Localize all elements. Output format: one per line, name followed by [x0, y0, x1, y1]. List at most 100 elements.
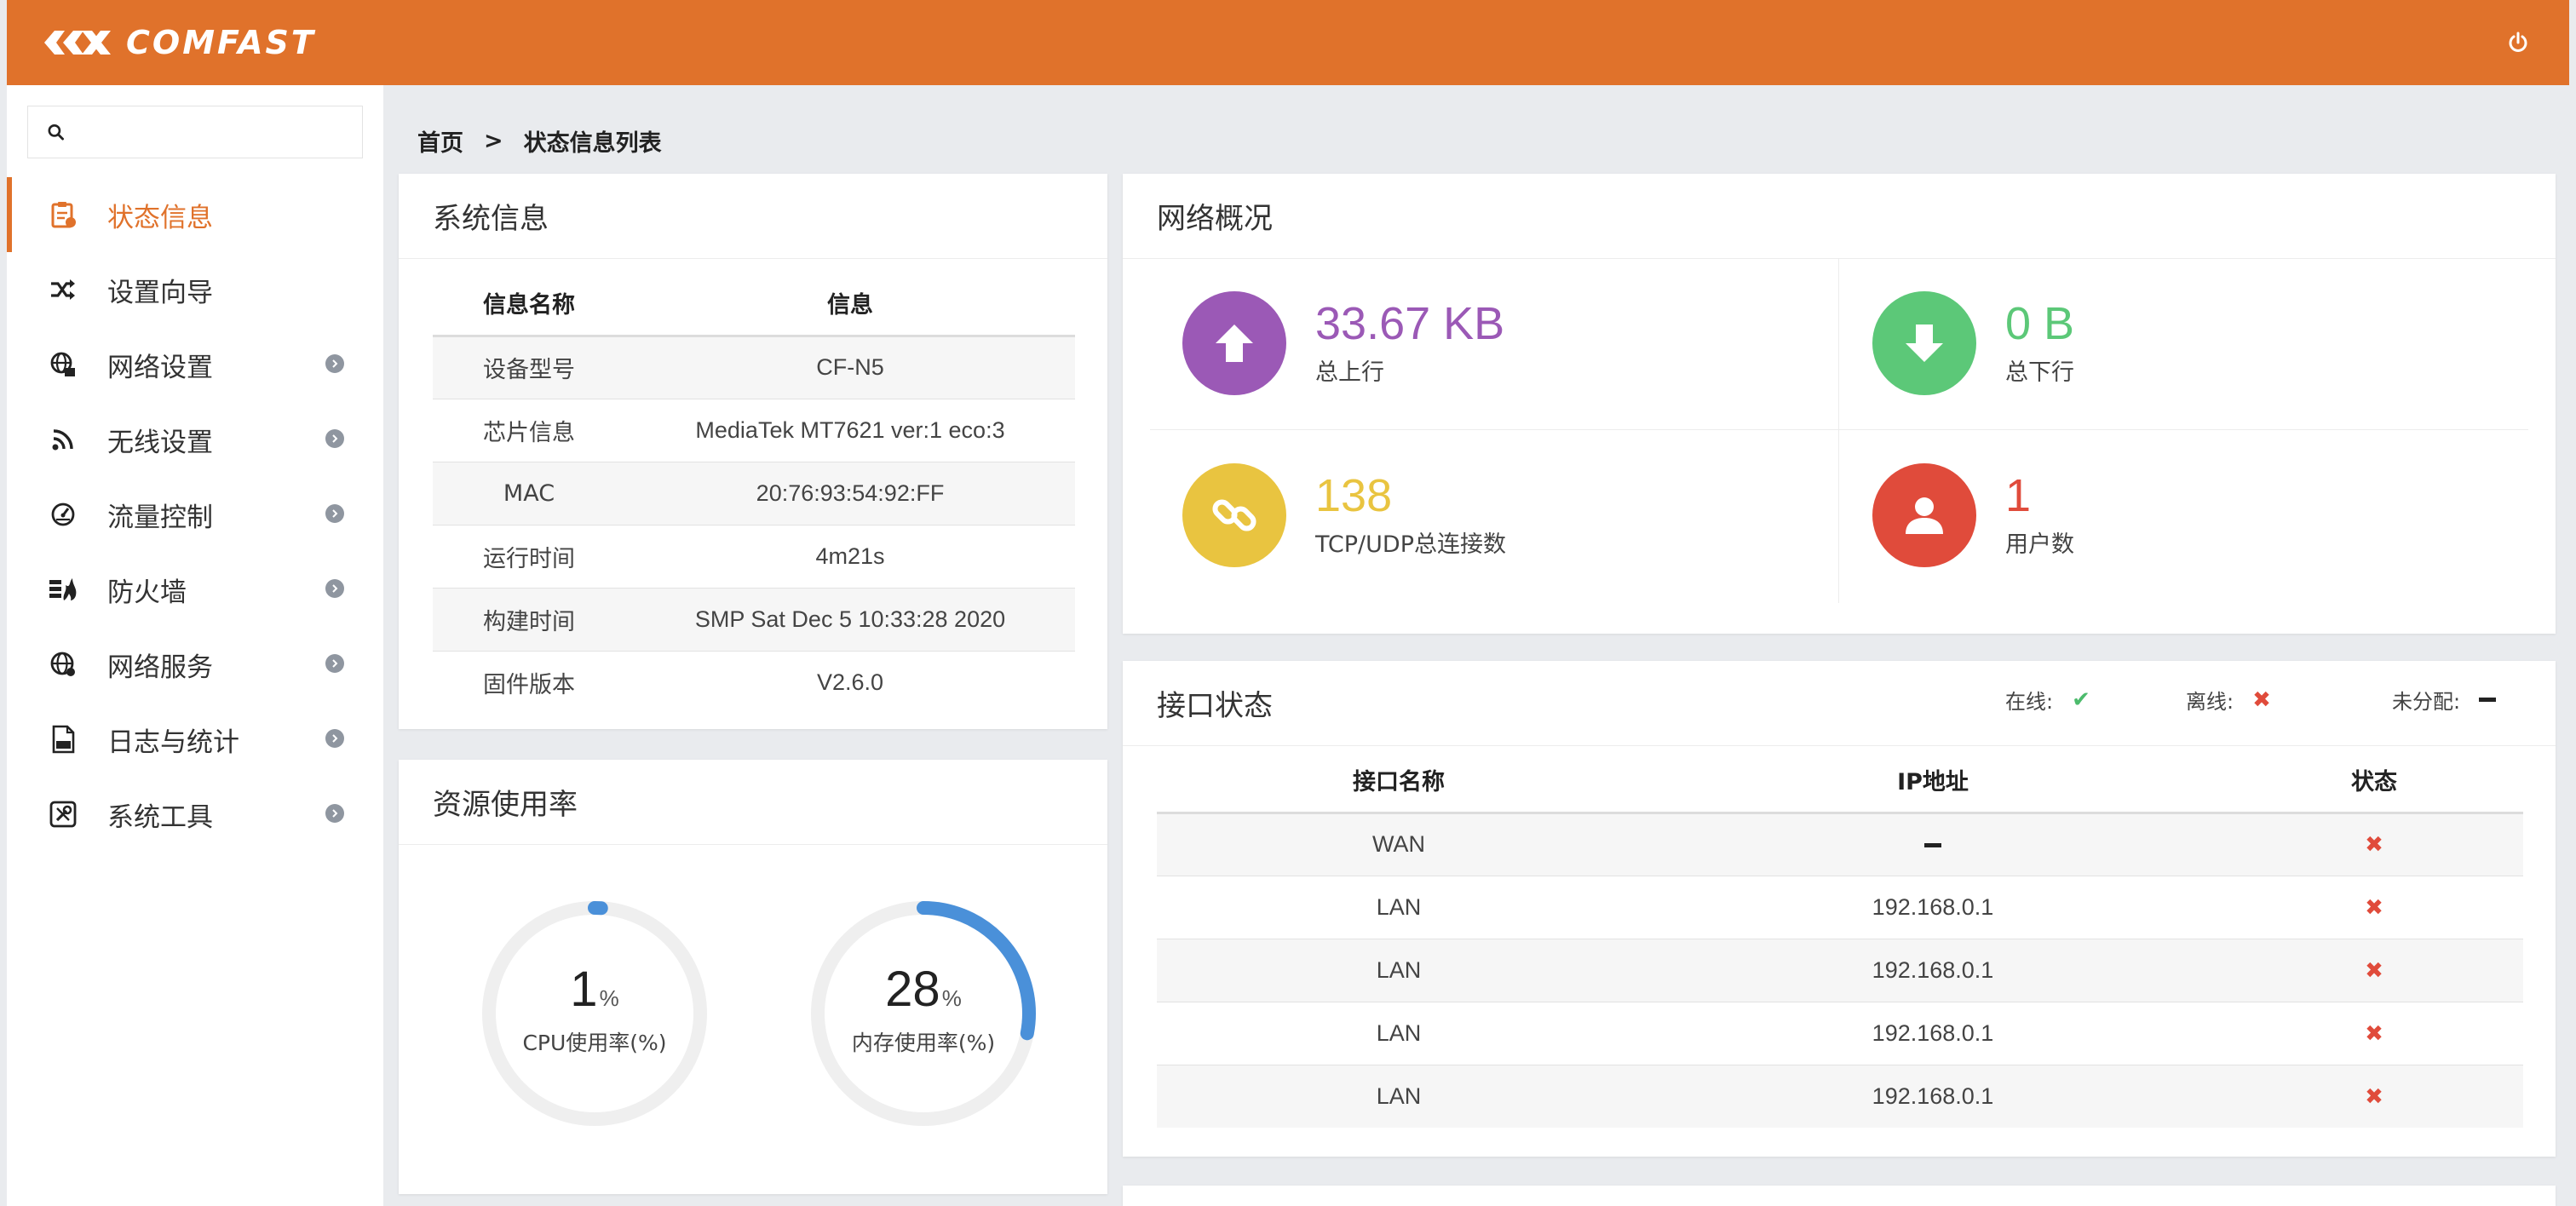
info-value: 4m21s	[625, 525, 1075, 589]
interface-name: LAN	[1157, 1065, 1641, 1128]
download-label: 总下行	[2005, 359, 2074, 386]
info-value: V2.6.0	[816, 669, 884, 695]
legend-unassigned-label: 未分配:	[2392, 690, 2461, 714]
comfast-logo-icon	[44, 31, 111, 55]
users-value: 1	[2005, 470, 2032, 522]
globe-icon	[46, 647, 80, 681]
cpu-value-display: 1%	[475, 961, 714, 1018]
interface-ip: 192.168.0.1	[1641, 939, 2225, 1002]
info-key: 运行时间	[433, 525, 625, 589]
additional-panel	[1123, 1186, 2556, 1206]
log-file-icon	[46, 722, 80, 756]
upload-value: 33.67 KB	[1315, 298, 1505, 350]
wifi-icon	[46, 422, 80, 457]
column-header: 状态	[2225, 748, 2523, 814]
system-info-table: 信息名称 信息 设备型号 CF-N5 芯片信息 MediaTek MT7621 …	[433, 271, 1075, 714]
table-row: MAC 20:76:93:54:92:FF	[433, 462, 1075, 525]
sidebar: 状态信息 设置向导 网络设置 无线设置 流量控制 防火墙 网络服务 日志与统计 …	[7, 85, 383, 1206]
dash-icon	[1924, 843, 1941, 848]
info-value: CF-N5	[625, 336, 1075, 399]
info-key: 构建时间	[433, 588, 625, 652]
sidebar-item-system-tools[interactable]: 系统工具	[7, 777, 383, 852]
sidebar-item-firewall[interactable]: 防火墙	[7, 552, 383, 627]
sidebar-item-label: 系统工具	[107, 801, 213, 833]
sidebar-item-label: 网络设置	[107, 352, 213, 383]
system-info-panel: 系统信息 信息名称 信息 设备型号 CF-N5 芯片信息 MediaTek MT…	[399, 174, 1107, 729]
sidebar-item-label: 网络服务	[107, 652, 213, 683]
info-key: MAC	[433, 462, 625, 525]
table-row: WAN ✖	[1157, 813, 2523, 876]
info-key: 固件版本	[483, 671, 575, 698]
x-icon: ✖	[2365, 1020, 2383, 1047]
logo-text: COMFAST	[126, 24, 316, 61]
panel-title: 接口状态	[1123, 661, 2556, 746]
sidebar-item-wireless-settings[interactable]: 无线设置	[7, 402, 383, 477]
table-row: 运行时间 4m21s	[433, 525, 1075, 589]
interface-status: ✖	[2225, 1065, 2523, 1128]
users-stat: 1 用户数	[1872, 463, 2074, 567]
cpu-label: CPU使用率(%)	[522, 1031, 667, 1055]
upload-stat: 33.67 KB 总上行	[1182, 291, 1504, 395]
interface-ip: 192.168.0.1	[1641, 876, 2225, 939]
legend-online-label: 在线:	[2005, 690, 2054, 714]
sidebar-item-label: 流量控制	[107, 502, 213, 533]
chevron-right-icon	[325, 504, 344, 523]
sidebar-item-status[interactable]: 状态信息	[7, 177, 383, 252]
sidebar-item-logs-stats[interactable]: 日志与统计	[7, 702, 383, 777]
legend-online: 在线: ✔	[2005, 685, 2090, 715]
clipboard-icon	[46, 198, 80, 232]
table-row: LAN 192.168.0.1 ✖	[1157, 876, 2523, 939]
resource-usage-panel: 资源使用率 1% CPU使用率(%) 28% 内存使用率(%)	[399, 760, 1107, 1194]
search-input[interactable]	[65, 106, 362, 158]
logo: COMFAST	[41, 24, 316, 61]
sidebar-item-label: 状态信息	[107, 202, 213, 233]
x-icon: ✖	[2365, 832, 2383, 858]
interface-name: WAN	[1157, 813, 1641, 876]
network-overview-panel: 网络概况 33.67 KB 总上行 0 B 总下行 138 TCP/UDP总连接…	[1123, 174, 2556, 634]
interface-table: 接口名称 IP地址 状态 WAN ✖ LAN 192.168.0.1 ✖ LAN…	[1157, 748, 2523, 1128]
users-label: 用户数	[2005, 531, 2074, 558]
chevron-right-icon	[325, 654, 344, 673]
column-header: 信息	[625, 271, 1075, 337]
interface-ip: 192.168.0.1	[1641, 1002, 2225, 1065]
grid-divider-vertical	[1838, 259, 1839, 603]
chevron-right-icon	[325, 729, 344, 748]
x-icon: ✖	[2365, 957, 2383, 984]
column-header: 接口名称	[1157, 748, 1641, 814]
chevron-right-icon	[325, 354, 344, 373]
table-row: 固件版本 V2.6.0	[433, 651, 1075, 714]
interface-status: ✖	[2225, 1002, 2523, 1065]
memory-label: 内存使用率(%)	[851, 1031, 996, 1055]
check-icon: ✔	[2072, 686, 2090, 713]
table-row: LAN 192.168.0.1 ✖	[1157, 939, 2523, 1002]
panel-title: 网络概况	[1123, 174, 2556, 259]
cpu-value: 1	[570, 962, 598, 1017]
panel-title: 系统信息	[399, 174, 1107, 259]
chevron-right-icon	[325, 804, 344, 823]
dash-icon	[2479, 698, 2497, 702]
table-row: 构建时间 SMP Sat Dec 5 10:33:28 2020	[433, 588, 1075, 652]
sidebar-item-network-services[interactable]: 网络服务	[7, 627, 383, 702]
sidebar-item-label: 设置向导	[107, 277, 213, 308]
sidebar-item-label: 无线设置	[107, 427, 213, 458]
power-icon[interactable]	[2501, 26, 2535, 60]
breadcrumb: 首页 > 状态信息列表	[417, 124, 662, 158]
sidebar-item-network-settings[interactable]: 网络设置	[7, 327, 383, 402]
info-value: MediaTek MT7621 ver:1 eco:3	[625, 399, 1075, 462]
sidebar-item-traffic-control[interactable]: 流量控制	[7, 477, 383, 552]
interface-name: LAN	[1157, 939, 1641, 1002]
interface-status-panel: 接口状态 在线: ✔ 离线: ✖ 未分配: 接口名称 IP地址 状态 WAN ✖…	[1123, 661, 2556, 1157]
sidebar-item-setup-wizard[interactable]: 设置向导	[7, 252, 383, 327]
firewall-icon	[46, 572, 80, 606]
info-key: 设备型号	[433, 336, 625, 399]
arrow-down-icon	[1872, 291, 1976, 395]
interface-status: ✖	[2225, 939, 2523, 1002]
sidebar-search[interactable]	[27, 106, 363, 158]
link-icon	[1182, 463, 1286, 567]
breadcrumb-current: 状态信息列表	[523, 130, 662, 157]
download-value: 0 B	[2005, 298, 2075, 350]
x-icon: ✖	[2365, 894, 2383, 921]
info-value: SMP Sat Dec 5 10:33:28 2020	[625, 588, 1075, 652]
tools-icon	[46, 797, 80, 831]
breadcrumb-home[interactable]: 首页	[417, 124, 463, 158]
